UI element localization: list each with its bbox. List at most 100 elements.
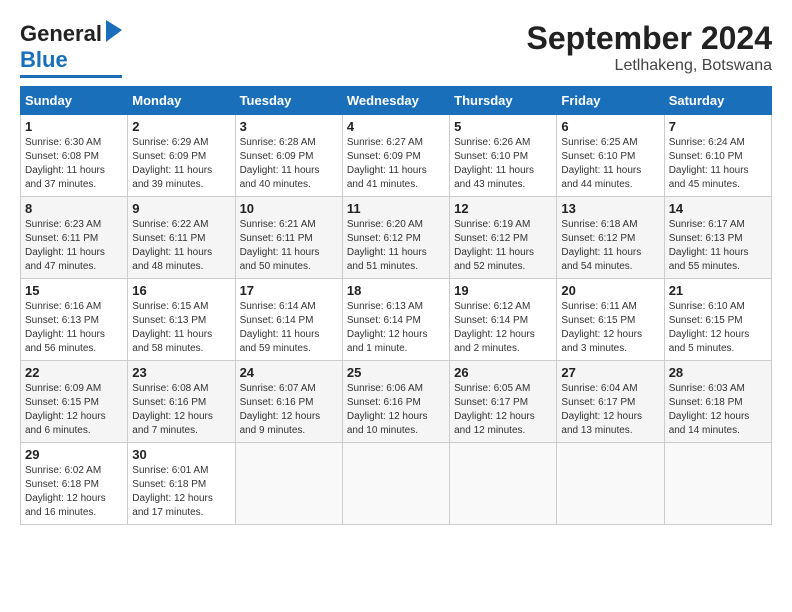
day-number: 8: [25, 201, 123, 216]
sunset-label: Sunset: 6:12 PM: [454, 233, 528, 244]
sunrise-label: Sunrise: 6:25 AM: [561, 137, 637, 148]
day-number: 5: [454, 119, 552, 134]
calendar-header-row: SundayMondayTuesdayWednesdayThursdayFrid…: [21, 87, 772, 115]
day-info: Sunrise: 6:13 AM Sunset: 6:14 PM Dayligh…: [347, 300, 445, 356]
day-info: Sunrise: 6:21 AM Sunset: 6:11 PM Dayligh…: [240, 218, 338, 274]
calendar-week-row: 1 Sunrise: 6:30 AM Sunset: 6:08 PM Dayli…: [21, 115, 772, 197]
day-info: Sunrise: 6:07 AM Sunset: 6:16 PM Dayligh…: [240, 382, 338, 438]
daylight-label: Daylight: 12 hours and 10 minutes.: [347, 411, 428, 436]
page-title: September 2024: [527, 20, 772, 57]
daylight-label: Daylight: 12 hours and 14 minutes.: [669, 411, 750, 436]
day-info: Sunrise: 6:02 AM Sunset: 6:18 PM Dayligh…: [25, 464, 123, 520]
calendar-cell: 4 Sunrise: 6:27 AM Sunset: 6:09 PM Dayli…: [342, 115, 449, 197]
sunrise-label: Sunrise: 6:13 AM: [347, 301, 423, 312]
header-sunday: Sunday: [21, 87, 128, 115]
day-info: Sunrise: 6:25 AM Sunset: 6:10 PM Dayligh…: [561, 136, 659, 192]
day-info: Sunrise: 6:11 AM Sunset: 6:15 PM Dayligh…: [561, 300, 659, 356]
sunset-label: Sunset: 6:18 PM: [132, 479, 206, 490]
page-header: General Blue September 2024 Letlhakeng, …: [20, 20, 772, 78]
sunset-label: Sunset: 6:13 PM: [669, 233, 743, 244]
sunrise-label: Sunrise: 6:17 AM: [669, 219, 745, 230]
calendar-cell: 7 Sunrise: 6:24 AM Sunset: 6:10 PM Dayli…: [664, 115, 771, 197]
calendar-cell: 19 Sunrise: 6:12 AM Sunset: 6:14 PM Dayl…: [450, 279, 557, 361]
daylight-label: Daylight: 11 hours and 47 minutes.: [25, 247, 105, 272]
sunset-label: Sunset: 6:08 PM: [25, 151, 99, 162]
day-info: Sunrise: 6:08 AM Sunset: 6:16 PM Dayligh…: [132, 382, 230, 438]
day-info: Sunrise: 6:16 AM Sunset: 6:13 PM Dayligh…: [25, 300, 123, 356]
sunset-label: Sunset: 6:10 PM: [561, 151, 635, 162]
daylight-label: Daylight: 11 hours and 37 minutes.: [25, 165, 105, 190]
day-info: Sunrise: 6:10 AM Sunset: 6:15 PM Dayligh…: [669, 300, 767, 356]
sunrise-label: Sunrise: 6:24 AM: [669, 137, 745, 148]
day-info: Sunrise: 6:17 AM Sunset: 6:13 PM Dayligh…: [669, 218, 767, 274]
daylight-label: Daylight: 11 hours and 52 minutes.: [454, 247, 534, 272]
sunset-label: Sunset: 6:12 PM: [347, 233, 421, 244]
sunrise-label: Sunrise: 6:04 AM: [561, 383, 637, 394]
day-number: 15: [25, 283, 123, 298]
sunrise-label: Sunrise: 6:27 AM: [347, 137, 423, 148]
calendar-cell: [235, 443, 342, 525]
day-info: Sunrise: 6:03 AM Sunset: 6:18 PM Dayligh…: [669, 382, 767, 438]
sunrise-label: Sunrise: 6:11 AM: [561, 301, 636, 312]
day-info: Sunrise: 6:18 AM Sunset: 6:12 PM Dayligh…: [561, 218, 659, 274]
logo-general: General: [20, 21, 102, 47]
calendar-cell: 1 Sunrise: 6:30 AM Sunset: 6:08 PM Dayli…: [21, 115, 128, 197]
day-number: 6: [561, 119, 659, 134]
calendar-week-row: 15 Sunrise: 6:16 AM Sunset: 6:13 PM Dayl…: [21, 279, 772, 361]
sunrise-label: Sunrise: 6:16 AM: [25, 301, 101, 312]
daylight-label: Daylight: 12 hours and 7 minutes.: [132, 411, 213, 436]
sunset-label: Sunset: 6:09 PM: [240, 151, 314, 162]
logo-arrow-icon: [104, 20, 122, 42]
page-subtitle: Letlhakeng, Botswana: [527, 57, 772, 75]
calendar-cell: 3 Sunrise: 6:28 AM Sunset: 6:09 PM Dayli…: [235, 115, 342, 197]
calendar-cell: 23 Sunrise: 6:08 AM Sunset: 6:16 PM Dayl…: [128, 361, 235, 443]
calendar-week-row: 29 Sunrise: 6:02 AM Sunset: 6:18 PM Dayl…: [21, 443, 772, 525]
header-wednesday: Wednesday: [342, 87, 449, 115]
day-number: 14: [669, 201, 767, 216]
sunset-label: Sunset: 6:15 PM: [669, 315, 743, 326]
calendar-cell: 17 Sunrise: 6:14 AM Sunset: 6:14 PM Dayl…: [235, 279, 342, 361]
calendar-cell: 30 Sunrise: 6:01 AM Sunset: 6:18 PM Dayl…: [128, 443, 235, 525]
sunset-label: Sunset: 6:15 PM: [561, 315, 635, 326]
sunset-label: Sunset: 6:11 PM: [240, 233, 313, 244]
day-info: Sunrise: 6:26 AM Sunset: 6:10 PM Dayligh…: [454, 136, 552, 192]
sunset-label: Sunset: 6:13 PM: [132, 315, 206, 326]
day-number: 28: [669, 365, 767, 380]
sunrise-label: Sunrise: 6:26 AM: [454, 137, 530, 148]
day-number: 19: [454, 283, 552, 298]
day-number: 12: [454, 201, 552, 216]
sunset-label: Sunset: 6:16 PM: [240, 397, 314, 408]
calendar-week-row: 22 Sunrise: 6:09 AM Sunset: 6:15 PM Dayl…: [21, 361, 772, 443]
header-saturday: Saturday: [664, 87, 771, 115]
sunset-label: Sunset: 6:11 PM: [25, 233, 98, 244]
calendar-cell: 6 Sunrise: 6:25 AM Sunset: 6:10 PM Dayli…: [557, 115, 664, 197]
day-number: 25: [347, 365, 445, 380]
calendar-cell: 2 Sunrise: 6:29 AM Sunset: 6:09 PM Dayli…: [128, 115, 235, 197]
sunset-label: Sunset: 6:09 PM: [347, 151, 421, 162]
daylight-label: Daylight: 11 hours and 40 minutes.: [240, 165, 320, 190]
daylight-label: Daylight: 12 hours and 2 minutes.: [454, 329, 535, 354]
logo-underline: [20, 75, 122, 78]
sunrise-label: Sunrise: 6:09 AM: [25, 383, 101, 394]
daylight-label: Daylight: 12 hours and 6 minutes.: [25, 411, 106, 436]
sunrise-label: Sunrise: 6:15 AM: [132, 301, 208, 312]
daylight-label: Daylight: 11 hours and 50 minutes.: [240, 247, 320, 272]
calendar-cell: [664, 443, 771, 525]
sunset-label: Sunset: 6:14 PM: [240, 315, 314, 326]
day-number: 20: [561, 283, 659, 298]
calendar-cell: 8 Sunrise: 6:23 AM Sunset: 6:11 PM Dayli…: [21, 197, 128, 279]
daylight-label: Daylight: 11 hours and 56 minutes.: [25, 329, 105, 354]
title-block: September 2024 Letlhakeng, Botswana: [527, 20, 772, 75]
daylight-label: Daylight: 11 hours and 45 minutes.: [669, 165, 749, 190]
calendar-week-row: 8 Sunrise: 6:23 AM Sunset: 6:11 PM Dayli…: [21, 197, 772, 279]
day-info: Sunrise: 6:27 AM Sunset: 6:09 PM Dayligh…: [347, 136, 445, 192]
day-number: 22: [25, 365, 123, 380]
sunset-label: Sunset: 6:16 PM: [132, 397, 206, 408]
sunrise-label: Sunrise: 6:06 AM: [347, 383, 423, 394]
daylight-label: Daylight: 11 hours and 41 minutes.: [347, 165, 427, 190]
sunrise-label: Sunrise: 6:23 AM: [25, 219, 101, 230]
sunrise-label: Sunrise: 6:07 AM: [240, 383, 316, 394]
day-info: Sunrise: 6:01 AM Sunset: 6:18 PM Dayligh…: [132, 464, 230, 520]
sunrise-label: Sunrise: 6:03 AM: [669, 383, 745, 394]
day-number: 2: [132, 119, 230, 134]
